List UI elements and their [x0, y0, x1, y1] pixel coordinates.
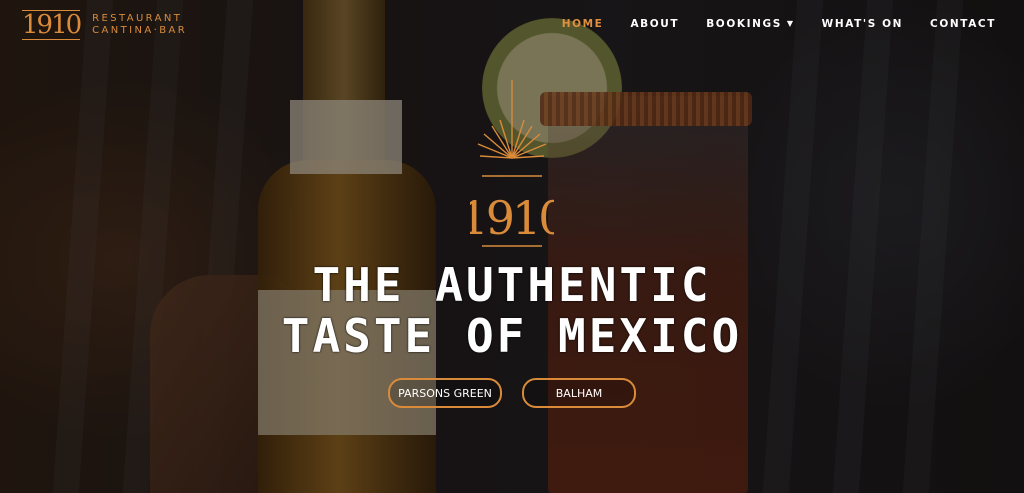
logo-line-restaurant: RESTAURANT — [92, 13, 183, 24]
nav-item-bookings[interactable]: BOOKINGS ▼ — [706, 18, 794, 30]
nav-label-about: ABOUT — [630, 18, 680, 30]
logo-mark: 1910 — [22, 10, 82, 40]
location-buttons: PARSONS GREEN BALHAM — [0, 378, 1024, 408]
nav-label-home: HOME — [561, 18, 604, 30]
nav-item-contact[interactable]: CONTACT — [930, 18, 996, 30]
nav-item-about[interactable]: ABOUT — [630, 18, 679, 30]
parsons-green-button[interactable]: PARSONS GREEN — [388, 378, 502, 408]
emblem-number: 1910 — [470, 191, 554, 245]
logo-text: RESTAURANT CANTINA·BAR — [92, 13, 187, 37]
nav-item-home[interactable]: HOME — [562, 18, 604, 30]
hero-headline-line-1: THE AUTHENTIC — [312, 258, 712, 312]
chevron-down-icon: ▼ — [786, 19, 795, 28]
nav-label-contact: CONTACT — [930, 18, 996, 30]
nav-label-whats-on: WHAT'S ON — [821, 18, 904, 30]
brand-logo[interactable]: 1910 RESTAURANT CANTINA·BAR — [22, 10, 187, 40]
sunburst-icon: 1910 — [470, 80, 554, 247]
site-header: 1910 RESTAURANT CANTINA·BAR HOME ABOUT B… — [0, 0, 1024, 50]
hero-headline-line-2: TASTE OF MEXICO — [281, 309, 743, 363]
balham-button[interactable]: BALHAM — [522, 378, 636, 408]
logo-line-cantina: CANTINA·BAR — [92, 25, 188, 36]
main-nav: HOME ABOUT BOOKINGS ▼ WHAT'S ON CONTACT — [535, 18, 996, 30]
hero-emblem: 1910 — [470, 80, 554, 252]
nav-label-bookings: BOOKINGS — [706, 18, 782, 30]
nav-item-whats-on[interactable]: WHAT'S ON — [822, 18, 903, 30]
